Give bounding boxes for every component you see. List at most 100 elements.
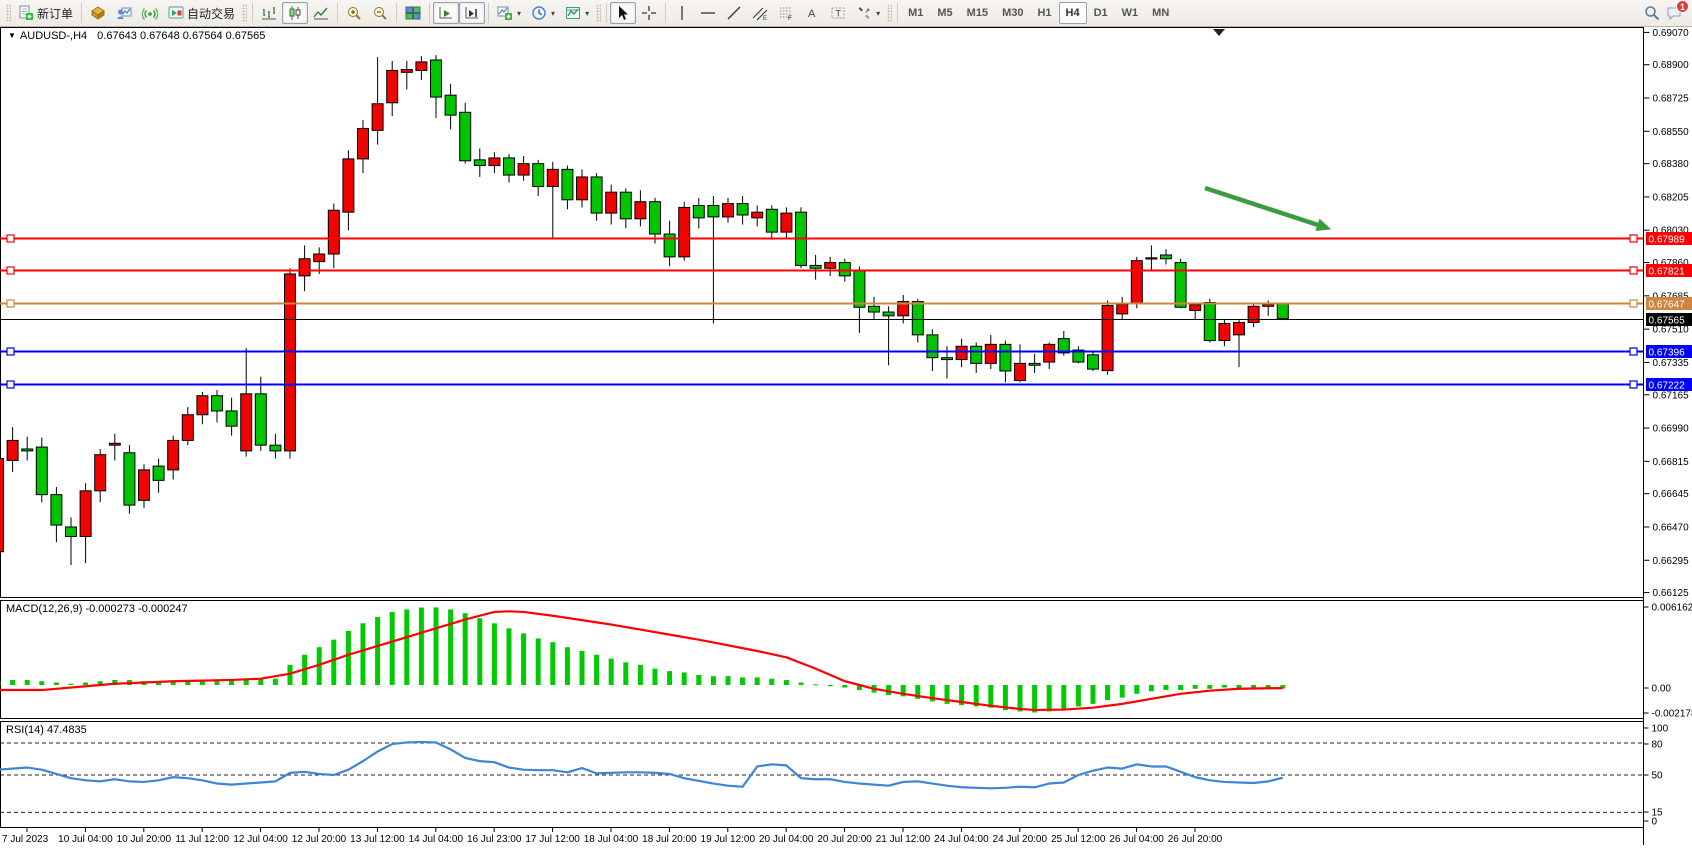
- candle-bearish[interactable]: [562, 169, 573, 199]
- candle-bearish[interactable]: [869, 306, 880, 312]
- candlestick-chart-button[interactable]: [282, 2, 308, 24]
- vertical-line-button[interactable]: [669, 2, 695, 24]
- one-click-trading-toggle[interactable]: ▼: [8, 31, 16, 40]
- candle-bearish[interactable]: [620, 192, 631, 219]
- candle-bullish[interactable]: [95, 455, 106, 491]
- candle-bearish[interactable]: [270, 445, 281, 451]
- candle-bullish[interactable]: [358, 128, 369, 158]
- candle-bullish[interactable]: [401, 69, 412, 72]
- bar-chart-button[interactable]: [256, 2, 282, 24]
- candle-bullish[interactable]: [1248, 306, 1259, 322]
- candle-bullish[interactable]: [168, 440, 179, 469]
- candle-bearish[interactable]: [708, 206, 719, 217]
- chat-button[interactable]: 1: [1666, 5, 1682, 21]
- candle-bullish[interactable]: [1234, 322, 1245, 334]
- indicators-button[interactable]: ▾: [492, 2, 526, 24]
- candle-bearish[interactable]: [591, 177, 602, 213]
- line-handle[interactable]: [7, 381, 14, 388]
- candle-bearish[interactable]: [22, 449, 33, 451]
- candle-bullish[interactable]: [299, 259, 310, 276]
- line-handle[interactable]: [7, 267, 14, 274]
- candle-bearish[interactable]: [693, 206, 704, 218]
- candle-bullish[interactable]: [635, 202, 646, 219]
- fibonacci-button[interactable]: F: [773, 2, 799, 24]
- candle-bullish[interactable]: [139, 470, 150, 500]
- candle-bullish[interactable]: [372, 104, 383, 131]
- line-handle[interactable]: [1630, 381, 1637, 388]
- crosshair-button[interactable]: [636, 2, 662, 24]
- candle-bullish[interactable]: [1131, 261, 1142, 304]
- timeframe-button-h4[interactable]: H4: [1059, 2, 1087, 24]
- candle-bearish[interactable]: [883, 312, 894, 316]
- candle-bullish[interactable]: [1219, 323, 1230, 340]
- candle-bearish[interactable]: [854, 270, 865, 307]
- line-handle[interactable]: [7, 300, 14, 307]
- candle-bearish[interactable]: [51, 495, 62, 525]
- candle-bullish[interactable]: [80, 491, 91, 537]
- signals-button[interactable]: [137, 2, 163, 24]
- cursor-button[interactable]: [610, 2, 636, 24]
- timeframe-button-h1[interactable]: H1: [1030, 2, 1058, 24]
- horizontal-line-button[interactable]: [695, 2, 721, 24]
- candle-bullish[interactable]: [1190, 305, 1201, 311]
- new-order-button[interactable]: 新订单: [13, 2, 78, 24]
- candle-bullish[interactable]: [1015, 363, 1026, 380]
- timeframe-button-m30[interactable]: M30: [995, 2, 1030, 24]
- candle-bullish[interactable]: [1146, 258, 1157, 259]
- candle-bullish[interactable]: [343, 159, 354, 212]
- candle-bearish[interactable]: [1029, 363, 1040, 365]
- candle-bearish[interactable]: [533, 164, 544, 187]
- candle-bullish[interactable]: [241, 394, 252, 451]
- candle-bearish[interactable]: [1000, 344, 1011, 371]
- trendline-button[interactable]: [721, 2, 747, 24]
- candle-bearish[interactable]: [36, 447, 47, 495]
- candle-bullish[interactable]: [518, 164, 529, 175]
- search-icon[interactable]: [1644, 5, 1660, 21]
- candle-bullish[interactable]: [7, 440, 18, 460]
- chevron-down-icon[interactable]: ▾: [876, 9, 880, 18]
- candle-bullish[interactable]: [109, 443, 120, 445]
- line-handle[interactable]: [1630, 235, 1637, 242]
- candle-bullish[interactable]: [182, 415, 193, 441]
- candle-bullish[interactable]: [723, 204, 734, 217]
- candle-bearish[interactable]: [255, 394, 266, 445]
- candle-bullish[interactable]: [285, 274, 296, 451]
- candle-bullish[interactable]: [0, 458, 4, 551]
- candle-bullish[interactable]: [387, 70, 398, 102]
- market-watch-button[interactable]: [85, 2, 111, 24]
- equidistant-channel-button[interactable]: E: [747, 2, 773, 24]
- zoom-out-button[interactable]: [367, 2, 393, 24]
- candle-bullish[interactable]: [985, 344, 996, 363]
- chevron-down-icon[interactable]: ▾: [551, 9, 555, 18]
- candle-bullish[interactable]: [314, 254, 325, 262]
- candle-bullish[interactable]: [752, 212, 763, 218]
- line-handle[interactable]: [7, 235, 14, 242]
- candle-bearish[interactable]: [942, 358, 953, 360]
- chevron-down-icon[interactable]: ▾: [517, 9, 521, 18]
- candle-bearish[interactable]: [445, 95, 456, 115]
- candle-bullish[interactable]: [606, 192, 617, 213]
- line-handle[interactable]: [1630, 300, 1637, 307]
- candle-bearish[interactable]: [431, 60, 442, 97]
- timeframe-button-m5[interactable]: M5: [930, 2, 959, 24]
- chart-window[interactable]: 0.690700.689000.687250.685500.683800.682…: [0, 27, 1692, 851]
- tile-windows-button[interactable]: [400, 2, 426, 24]
- candle-bearish[interactable]: [153, 466, 164, 480]
- candle-bearish[interactable]: [810, 265, 821, 268]
- candle-bullish[interactable]: [547, 169, 558, 186]
- line-chart-button[interactable]: [308, 2, 334, 24]
- candle-bearish[interactable]: [1204, 303, 1215, 341]
- candle-bullish[interactable]: [781, 213, 792, 232]
- candle-bearish[interactable]: [927, 335, 938, 358]
- candle-bullish[interactable]: [1263, 304, 1274, 306]
- candle-bearish[interactable]: [124, 453, 135, 505]
- price-chart-canvas[interactable]: 0.690700.689000.687250.685500.683800.682…: [0, 27, 1692, 851]
- shapes-arrows-button[interactable]: ▾: [851, 2, 885, 24]
- line-handle[interactable]: [1630, 267, 1637, 274]
- text-button[interactable]: A: [799, 2, 825, 24]
- candle-bearish[interactable]: [650, 202, 661, 234]
- candle-bullish[interactable]: [679, 207, 690, 256]
- candle-bullish[interactable]: [1044, 344, 1055, 362]
- candle-bullish[interactable]: [1102, 306, 1113, 371]
- candle-bearish[interactable]: [1175, 263, 1186, 308]
